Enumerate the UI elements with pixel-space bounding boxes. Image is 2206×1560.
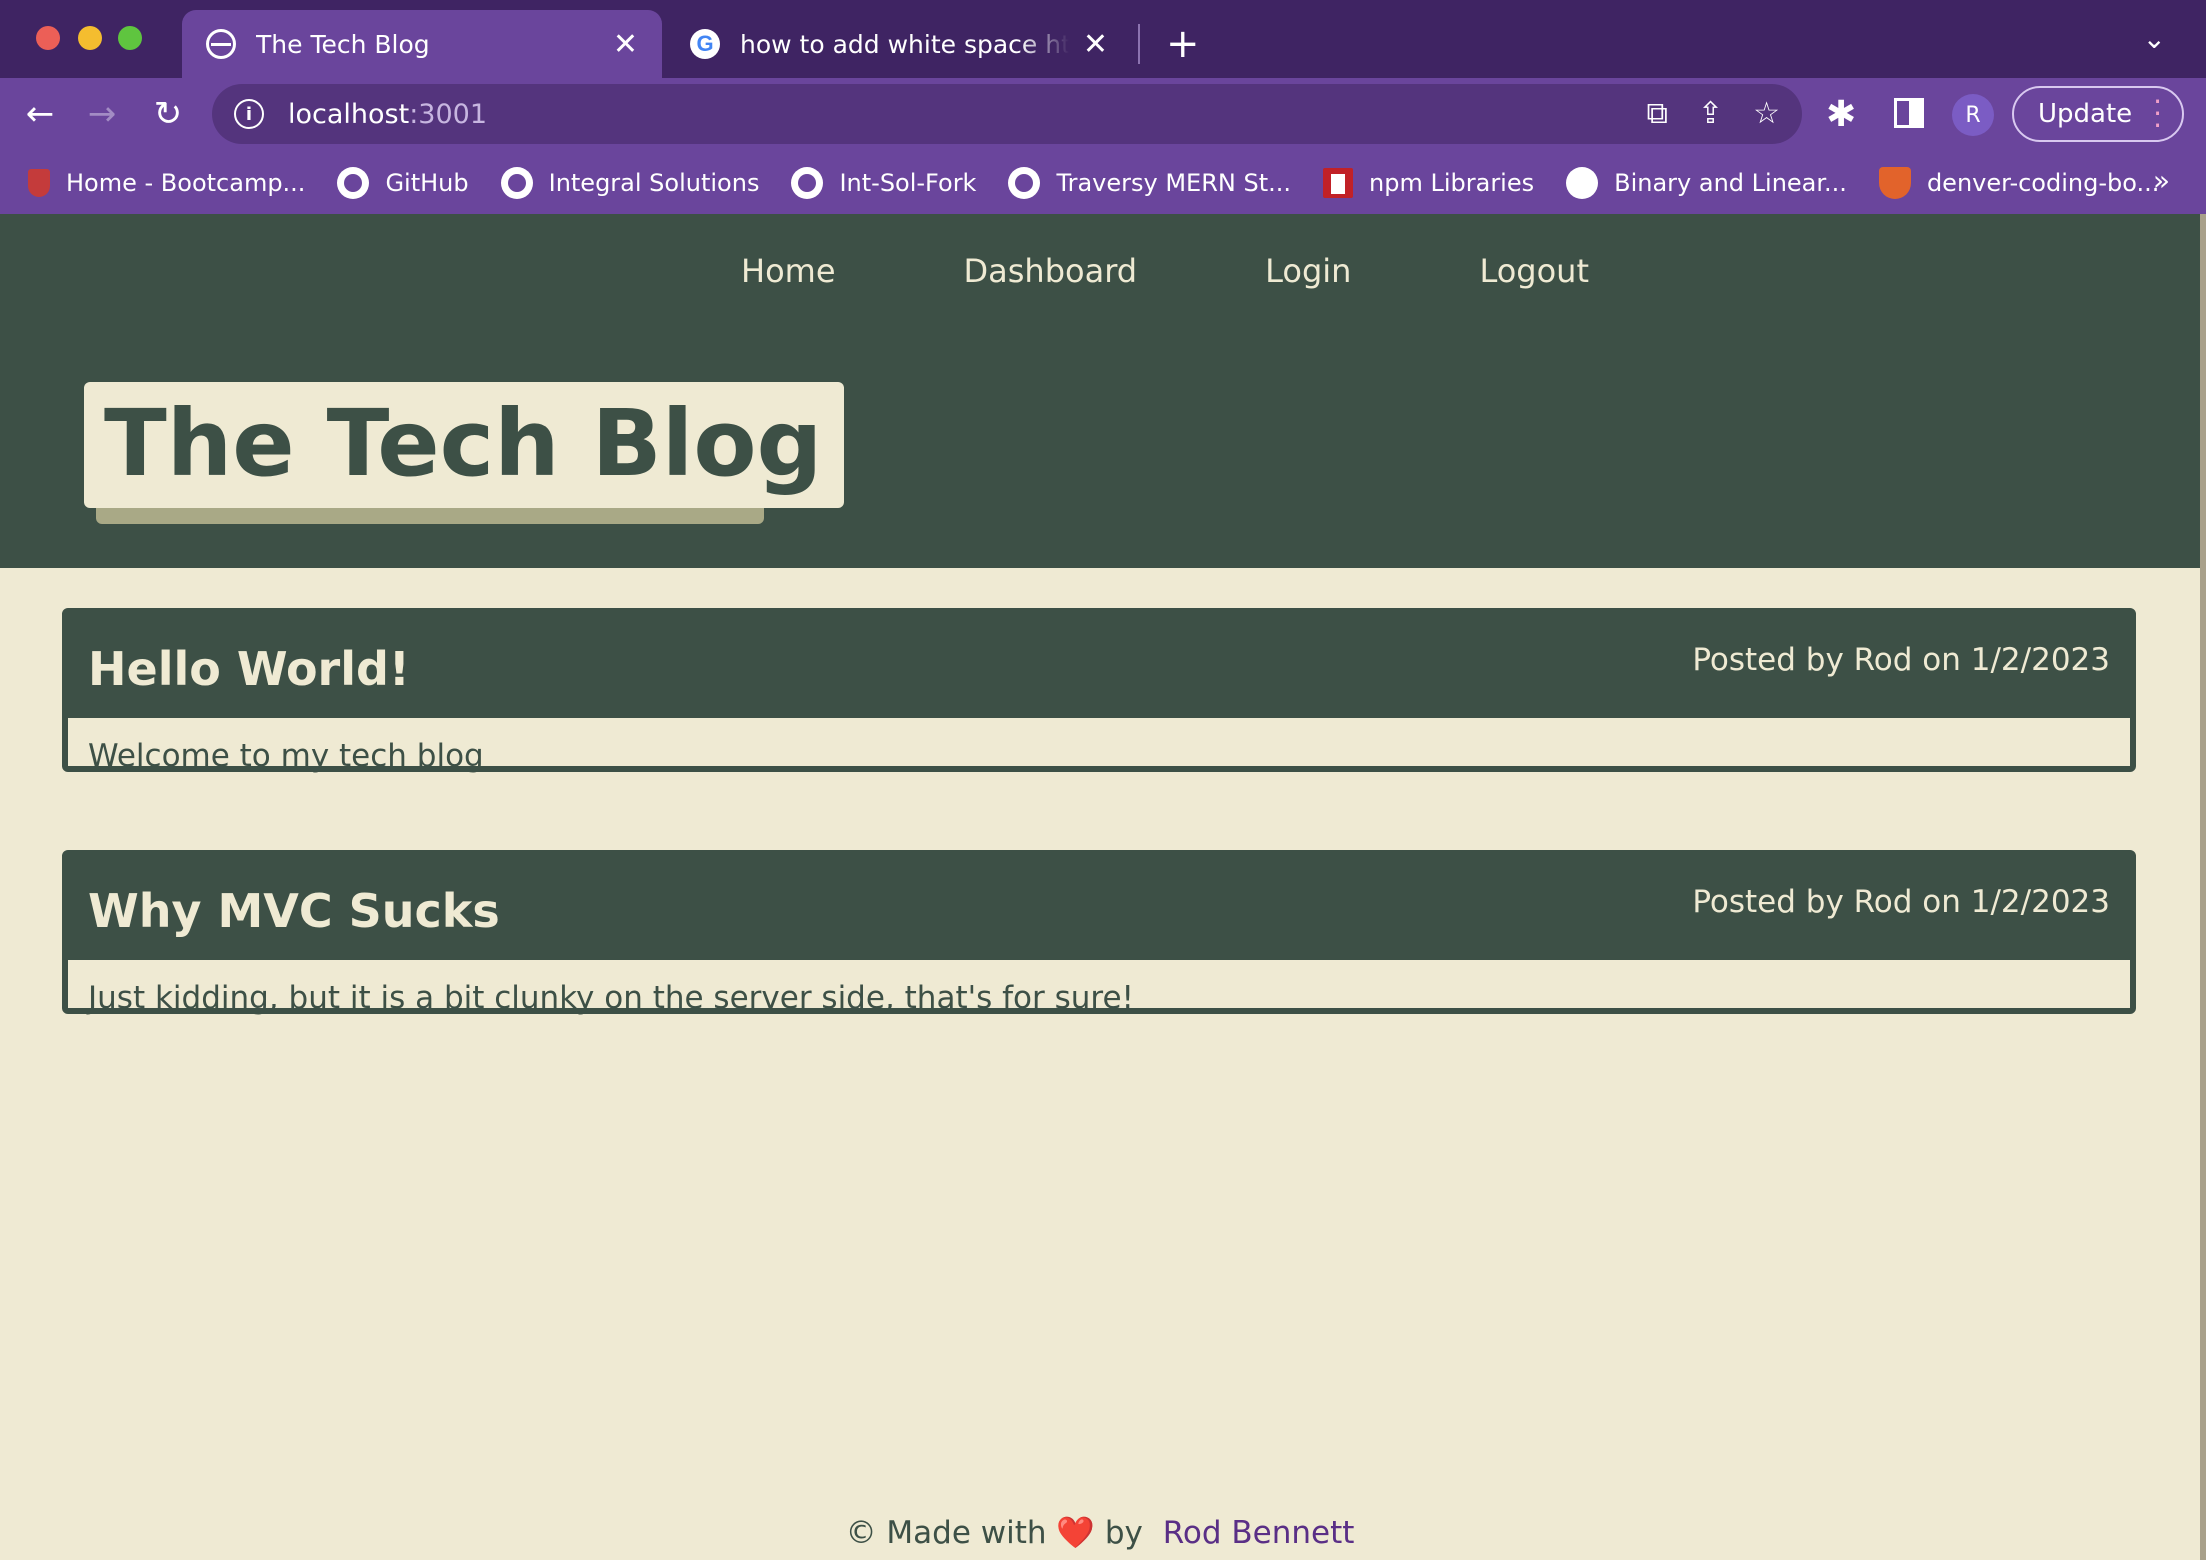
forward-button[interactable]: → [76,88,128,140]
close-window-button[interactable] [36,26,60,50]
post-meta: Posted by Rod on 1/2/2023 [1692,642,2110,678]
profile-avatar[interactable]: R [1952,94,1994,136]
maximize-window-button[interactable] [118,26,142,50]
bookmark-binary-linear[interactable]: Binary and Linear... [1566,167,1847,199]
bookmark-label: Integral Solutions [548,169,760,197]
bookmark-npm-libraries[interactable]: npm Libraries [1323,168,1534,198]
github-icon [337,167,370,199]
bookmark-label: Int-Sol-Fork [839,169,977,197]
side-panel-icon[interactable] [1894,98,1924,128]
post-card[interactable]: Why MVC Sucks Posted by Rod on 1/2/2023 … [62,850,2136,1016]
minimize-window-button[interactable] [78,26,102,50]
open-in-app-icon[interactable]: ⧉ [1647,96,1668,131]
globe-icon [1566,167,1599,199]
url-text: localhost:3001 [288,98,488,130]
address-bar[interactable]: i localhost:3001 ⧉ ⇪ ☆ [212,84,1802,144]
footer-prefix: © Made with [845,1515,1047,1551]
nav-dashboard-link[interactable]: Dashboard [964,252,1138,290]
nav-logout-link[interactable]: Logout [1479,252,1589,290]
browser-tab-bar: The Tech Blog ✕ G how to add white space… [0,0,2206,78]
tab-search-chevron-icon[interactable]: ⌄ [2143,22,2166,55]
update-button[interactable]: Update · · · [2012,86,2184,142]
post-header: Hello World! Posted by Rod on 1/2/2023 [68,614,2130,718]
globe-icon [206,29,236,59]
update-label: Update [2038,99,2133,129]
google-icon: G [690,29,720,59]
post-body: Just kidding, but it is a bit clunky on … [88,980,1134,1016]
bookmark-label: Binary and Linear... [1614,169,1847,197]
site-footer: © Made with ❤️ by Rod Bennett [0,1514,2200,1551]
site-info-icon[interactable]: i [234,99,264,129]
heart-icon: ❤️ [1056,1515,1096,1551]
address-bar-actions: ⧉ ⇪ ☆ [1647,96,1780,131]
window-edge [2200,214,2206,1560]
share-icon[interactable]: ⇪ [1698,96,1723,131]
post-body: Welcome to my tech blog [88,738,484,774]
new-tab-button[interactable]: + [1166,18,1200,70]
close-tab-icon[interactable]: ✕ [1083,27,1108,62]
bookmark-integral-solutions[interactable]: Integral Solutions [500,167,760,199]
bookmark-traversy-mern[interactable]: Traversy MERN St... [1008,167,1291,199]
site-title: The Tech Blog [84,382,845,508]
bookmarks-overflow-icon[interactable]: » [2153,164,2170,197]
reload-button[interactable]: ↻ [142,88,194,140]
bookmark-int-sol-fork[interactable]: Int-Sol-Fork [791,167,976,199]
extensions-puzzle-icon[interactable]: ✱ [1826,94,1856,135]
bookmarks-bar: Home - Bootcamp... GitHub Integral Solut… [0,152,2206,214]
bookmark-label: denver-coding-bo... [1926,169,2160,197]
github-icon [500,167,533,199]
post-card[interactable]: Hello World! Posted by Rod on 1/2/2023 W… [62,608,2136,774]
author-link[interactable]: Rod Bennett [1163,1515,1355,1551]
footer-by: by [1104,1515,1143,1551]
bookmark-label: GitHub [385,169,469,197]
post-meta: Posted by Rod on 1/2/2023 [1692,884,2110,920]
github-icon [1008,167,1041,199]
bookmark-label: Home - Bootcamp... [66,169,306,197]
gitlab-icon [1878,167,1911,199]
post-header: Why MVC Sucks Posted by Rod on 1/2/2023 [68,856,2130,960]
tab-google-search[interactable]: G how to add white space html - ✕ [666,10,1132,78]
post-title[interactable]: Hello World! [88,634,410,696]
site-logo: The Tech Blog [84,382,845,524]
bookmark-denver-coding[interactable]: denver-coding-bo... [1878,167,2160,199]
tab-title: how to add white space html - [740,29,1069,59]
github-icon [791,167,824,199]
back-button[interactable]: ← [14,88,66,140]
bookmark-label: npm Libraries [1369,169,1535,197]
bookmark-label: Traversy MERN St... [1056,169,1292,197]
more-menu-icon[interactable]: · · · [2153,88,2162,140]
nav-login-link[interactable]: Login [1265,252,1351,290]
close-tab-icon[interactable]: ✕ [613,27,638,62]
tab-title: The Tech Blog [256,29,430,59]
site-header: Home Dashboard Login Logout The Tech Blo… [0,214,2200,568]
tab-separator [1138,24,1140,64]
nav-home-link[interactable]: Home [741,252,836,290]
site-nav: Home Dashboard Login Logout [0,252,2200,290]
shield-icon [28,169,50,197]
page-viewport: Home Dashboard Login Logout The Tech Blo… [0,214,2200,1560]
bookmark-github[interactable]: GitHub [337,167,469,199]
post-title[interactable]: Why MVC Sucks [88,876,500,938]
browser-toolbar: ← → ↻ i localhost:3001 ⧉ ⇪ ☆ ✱ R Update … [0,78,2206,152]
tab-the-tech-blog[interactable]: The Tech Blog ✕ [182,10,662,78]
bookmark-star-icon[interactable]: ☆ [1753,96,1780,131]
bookmark-home-bootcamp[interactable]: Home - Bootcamp... [28,169,305,197]
npm-icon [1323,168,1354,198]
